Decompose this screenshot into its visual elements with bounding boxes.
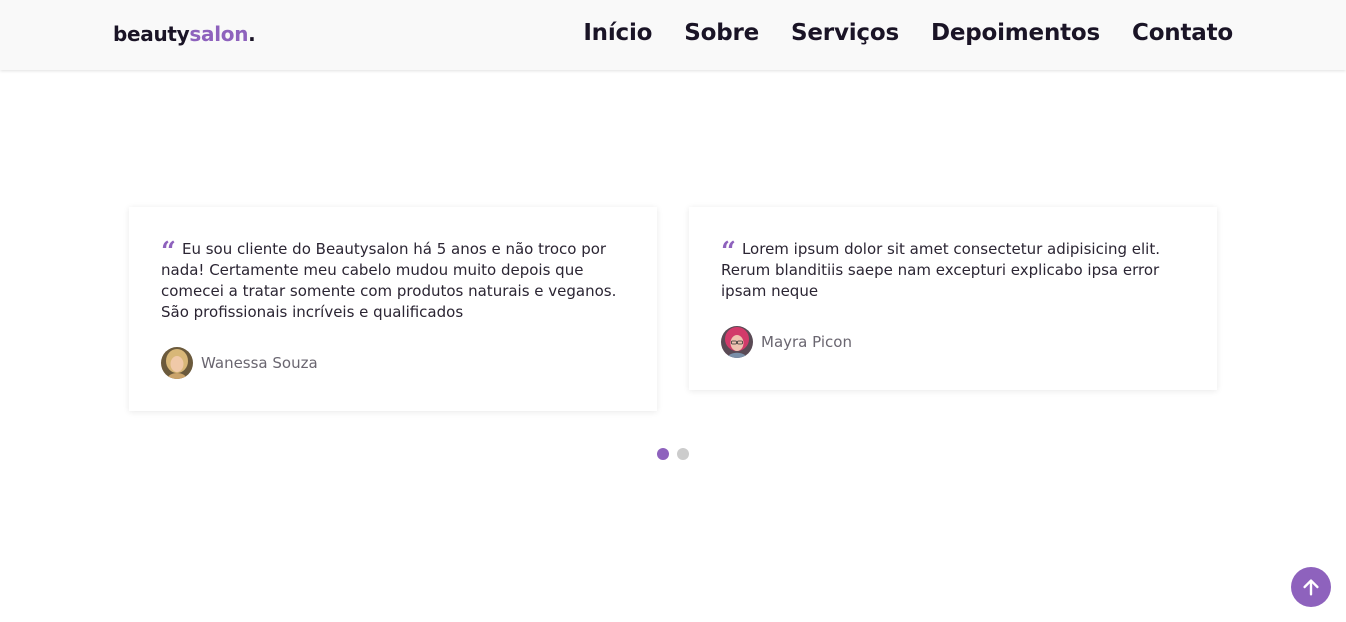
testimonial-text: Lorem ipsum dolor sit amet consectetur a… <box>721 240 1160 300</box>
avatar <box>721 326 753 358</box>
logo-dot: . <box>248 22 256 46</box>
carousel-pagination <box>657 448 689 460</box>
logo-accent: salon <box>189 22 249 46</box>
logo[interactable]: beautysalon. <box>113 22 256 46</box>
testimonial-quote: “Lorem ipsum dolor sit amet consectetur … <box>721 239 1185 302</box>
testimonial-author: Mayra Picon <box>721 326 1185 358</box>
site-header: beautysalon. Início Sobre Serviços Depoi… <box>0 0 1346 70</box>
pagination-dot-1[interactable] <box>657 448 669 460</box>
logo-main: beauty <box>113 22 190 46</box>
arrow-up-icon <box>1303 579 1319 596</box>
nav-servicos[interactable]: Serviços <box>791 20 899 46</box>
back-to-top-button[interactable] <box>1291 567 1331 607</box>
testimonial-text: Eu sou cliente do Beautysalon há 5 anos … <box>161 240 617 321</box>
nav-inicio[interactable]: Início <box>583 20 652 46</box>
avatar <box>161 347 193 379</box>
nav-depoimentos[interactable]: Depoimentos <box>931 20 1100 46</box>
author-name: Wanessa Souza <box>201 354 318 372</box>
testimonial-card: “Lorem ipsum dolor sit amet consectetur … <box>689 207 1217 390</box>
nav-sobre[interactable]: Sobre <box>684 20 759 46</box>
testimonial-card: “Eu sou cliente do Beautysalon há 5 anos… <box>129 207 657 411</box>
quote-icon: “ <box>721 237 736 267</box>
main-nav: Início Sobre Serviços Depoimentos Contat… <box>583 20 1233 46</box>
testimonial-quote: “Eu sou cliente do Beautysalon há 5 anos… <box>161 239 625 323</box>
author-name: Mayra Picon <box>761 333 852 351</box>
testimonial-author: Wanessa Souza <box>161 347 625 379</box>
nav-contato[interactable]: Contato <box>1132 20 1233 46</box>
pagination-dot-2[interactable] <box>677 448 689 460</box>
quote-icon: “ <box>161 237 176 267</box>
